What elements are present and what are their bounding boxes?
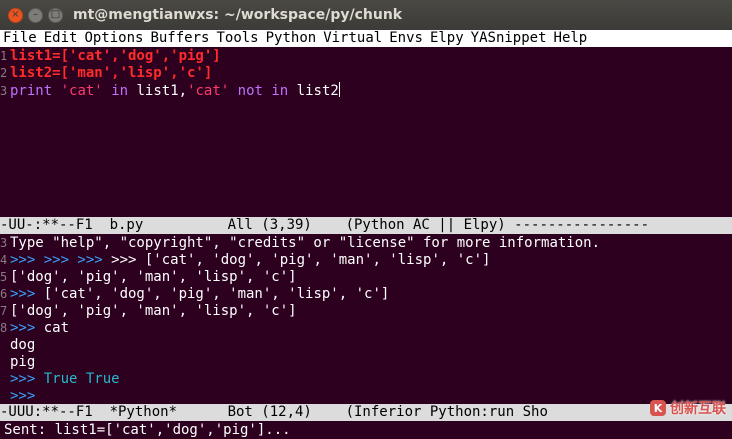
shell-output: cat	[43, 320, 70, 336]
menu-elpy[interactable]: Elpy	[427, 30, 468, 47]
menu-tools[interactable]: Tools	[213, 30, 262, 47]
minibuffer[interactable]: Sent: list1=['cat','dog','pig']...	[0, 421, 732, 439]
menu-envs[interactable]: Envs	[386, 30, 427, 47]
watermark-text: 创新互联	[670, 401, 726, 417]
shell-prompt: >>>	[10, 320, 44, 336]
shell-output: ['dog', 'pig', 'man', 'lisp', 'c']	[10, 269, 297, 285]
line-number: 7	[0, 304, 8, 318]
identifier: list2	[296, 83, 339, 99]
shell-line: dog	[0, 337, 732, 354]
line-number: 6	[0, 287, 8, 301]
watermark-logo: K 创新互联	[650, 398, 726, 418]
line-number: 3	[0, 84, 8, 98]
shell-prompt: >>>	[10, 286, 44, 302]
string-literal: 'cat'	[60, 83, 103, 99]
python-shell-buffer[interactable]: 3 Type "help", "copyright", "credits" or …	[0, 235, 732, 405]
window-title: mt@mengtianwxs: ~/workspace/py/chunk	[73, 7, 403, 23]
menu-file[interactable]: File	[0, 30, 41, 47]
menu-buffers[interactable]: Buffers	[147, 30, 213, 47]
shell-line: 8 >>> cat	[0, 320, 732, 337]
menu-options[interactable]: Options	[81, 30, 147, 47]
code-text: list2=['man','lisp','c']	[10, 65, 213, 81]
title-bar[interactable]: × – □ mt@mengtianwxs: ~/workspace/py/chu…	[0, 0, 732, 30]
line-number: 2	[0, 66, 8, 80]
identifier: list1,	[136, 83, 188, 99]
code-text: list1=['cat','dog','pig']	[10, 48, 221, 64]
shell-line: 7 ['dog', 'pig', 'man', 'lisp', 'c']	[0, 303, 732, 320]
minimize-window-icon[interactable]: –	[28, 7, 43, 23]
keyword-not-in: not in	[237, 83, 289, 99]
code-line: 1 list1=['cat','dog','pig']	[0, 48, 732, 65]
shell-line: 6 >>> ['cat', 'dog', 'pig', 'man', 'lisp'…	[0, 286, 732, 303]
menu-bar: File Edit Options Buffers Tools Python V…	[0, 30, 732, 47]
code-line: 3 print 'cat' in list1,'cat' not in list2	[0, 82, 732, 99]
shell-line: 4 >>> >>> >>> >>> ['cat', 'dog', 'pig', '…	[0, 252, 732, 269]
keyword-print: print	[10, 83, 53, 99]
shell-line: >>> True True	[0, 371, 732, 388]
menu-python[interactable]: Python	[263, 30, 321, 47]
shell-line: 3 Type "help", "copyright", "credits" or …	[0, 235, 732, 252]
menu-help[interactable]: Help	[551, 30, 592, 47]
line-number: 5	[0, 270, 8, 284]
terminal-window: × – □ mt@mengtianwxs: ~/workspace/py/chu…	[0, 0, 732, 439]
shell-prompt: >>>	[10, 388, 44, 404]
shell-prompt: >>>	[10, 371, 44, 387]
line-number: 8	[0, 321, 8, 335]
shell-output: pig	[10, 354, 36, 370]
shell-output: True True	[43, 371, 120, 387]
menu-edit[interactable]: Edit	[41, 30, 82, 47]
string-literal: 'cat'	[187, 83, 230, 99]
close-window-icon[interactable]: ×	[8, 7, 23, 23]
code-line: 2 list2=['man','lisp','c']	[0, 65, 732, 82]
menu-virtual[interactable]: Virtual	[320, 30, 386, 47]
shell-output: Type "help", "copyright", "credits" or "…	[10, 235, 601, 251]
text-cursor	[338, 82, 340, 97]
editor-mode-line: -UU-:**--F1 b.py All (3,39) (Python AC |…	[0, 217, 732, 234]
shell-mode-line: -UUU:**--F1 *Python* Bot (12,4) (Inferio…	[0, 404, 732, 421]
line-number: 1	[0, 49, 8, 63]
shell-output: ['dog', 'pig', 'man', 'lisp', 'c']	[10, 303, 297, 319]
shell-line: >>>	[0, 388, 732, 405]
keyword-in: in	[111, 83, 129, 99]
menu-yasnippet[interactable]: YASnippet	[468, 30, 551, 47]
line-number: 4	[0, 253, 8, 267]
shell-line: pig	[0, 354, 732, 371]
shell-prompt: >>> >>> >>>	[10, 252, 112, 268]
shell-output: dog	[10, 337, 36, 353]
shell-line: 5 ['dog', 'pig', 'man', 'lisp', 'c']	[0, 269, 732, 286]
shell-output: ['cat', 'dog', 'pig', 'man', 'lisp', 'c'…	[43, 286, 390, 302]
line-number: 3	[0, 236, 8, 250]
shell-output: >>> ['cat', 'dog', 'pig', 'man', 'lisp',…	[111, 252, 491, 268]
maximize-window-icon[interactable]: □	[48, 7, 63, 23]
logo-icon: K	[650, 400, 666, 416]
editor-buffer[interactable]: 1 list1=['cat','dog','pig'] 2 list2=['man'…	[0, 48, 732, 99]
